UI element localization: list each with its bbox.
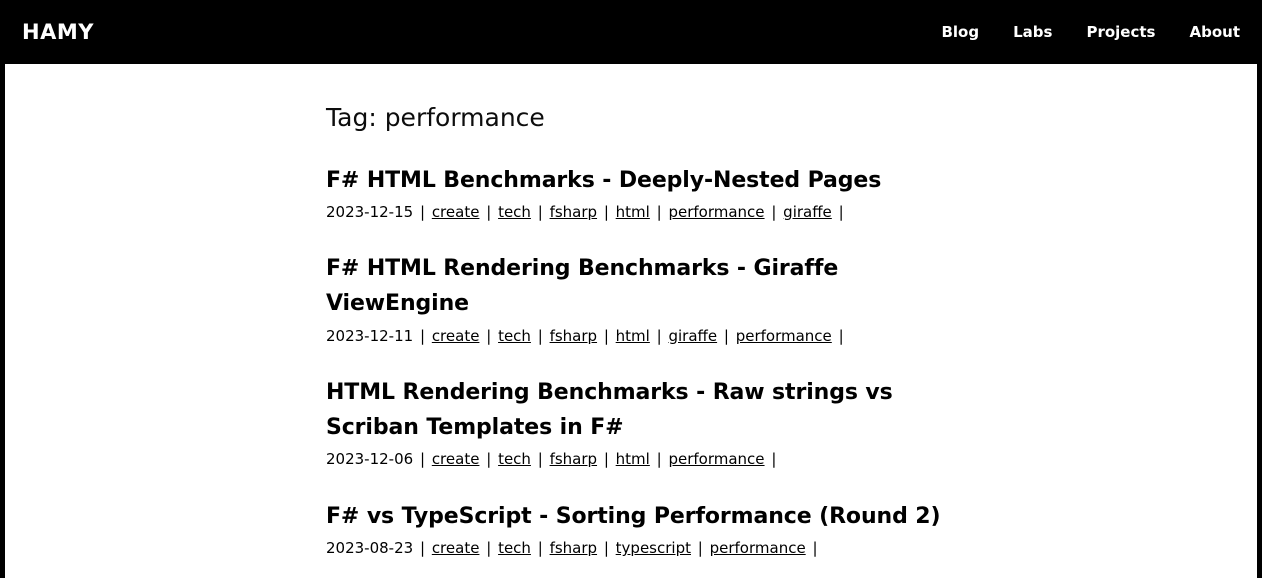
- post-title-link[interactable]: F# vs TypeScript - Sorting Performance (…: [326, 504, 941, 529]
- tag-link[interactable]: fsharp: [550, 539, 597, 557]
- post-title-link[interactable]: F# HTML Benchmarks - Deeply-Nested Pages: [326, 168, 881, 193]
- page-frame: Tag: performance F# HTML Benchmarks - De…: [0, 64, 1262, 578]
- post-date: 2023-08-23: [326, 539, 414, 558]
- list-item: F# HTML Benchmarks - Deeply-Nested Pages…: [326, 135, 946, 224]
- post-title: HTML Rendering Benchmarks - Raw strings …: [326, 375, 946, 445]
- meta-separator: |: [486, 202, 492, 221]
- meta-separator: |: [838, 326, 844, 345]
- tag-link[interactable]: create: [432, 450, 480, 468]
- post-meta: 2023-08-23 | create | tech | fsharp | ty…: [326, 537, 946, 560]
- post-title: F# HTML Rendering Benchmarks - Giraffe V…: [326, 251, 946, 321]
- meta-separator: |: [656, 326, 662, 345]
- meta-separator: |: [537, 450, 543, 469]
- meta-separator: |: [486, 326, 492, 345]
- tag-link[interactable]: performance: [668, 450, 764, 468]
- tag-link[interactable]: performance: [736, 327, 832, 345]
- nav-item-about[interactable]: About: [1172, 24, 1240, 40]
- meta-separator: |: [656, 450, 662, 469]
- site-header: HAMY Blog Labs Projects About: [0, 0, 1262, 64]
- meta-separator: |: [838, 202, 844, 221]
- nav-item-projects[interactable]: Projects: [1069, 24, 1172, 40]
- nav-item-labs[interactable]: Labs: [996, 24, 1069, 40]
- meta-separator: |: [537, 202, 543, 221]
- meta-separator: |: [419, 450, 426, 469]
- page-title: Tag: performance: [326, 103, 545, 132]
- meta-separator: |: [603, 539, 609, 558]
- list-item: HTML Rendering Benchmarks - Raw strings …: [326, 347, 946, 471]
- tag-link[interactable]: fsharp: [550, 327, 597, 345]
- tag-link[interactable]: tech: [498, 539, 531, 557]
- meta-separator: |: [419, 326, 426, 345]
- post-date: 2023-12-06: [326, 450, 414, 469]
- tag-link[interactable]: create: [432, 539, 480, 557]
- tag-link[interactable]: html: [616, 450, 650, 468]
- meta-separator: |: [603, 326, 609, 345]
- post-title-link[interactable]: HTML Rendering Benchmarks - Raw strings …: [326, 380, 893, 440]
- post-title-link[interactable]: F# HTML Rendering Benchmarks - Giraffe V…: [326, 256, 838, 316]
- post-title: F# HTML Benchmarks - Deeply-Nested Pages: [326, 163, 946, 198]
- meta-separator: |: [771, 450, 777, 469]
- meta-separator: |: [486, 539, 492, 558]
- tag-link[interactable]: tech: [498, 327, 531, 345]
- tag-link[interactable]: create: [432, 203, 480, 221]
- meta-separator: |: [486, 450, 492, 469]
- meta-separator: |: [603, 202, 609, 221]
- post-meta: 2023-12-06 | create | tech | fsharp | ht…: [326, 448, 946, 471]
- tag-link[interactable]: giraffe: [668, 327, 717, 345]
- meta-separator: |: [697, 539, 703, 558]
- meta-separator: |: [419, 202, 426, 221]
- post-title: F# vs TypeScript - Sorting Performance (…: [326, 499, 946, 534]
- tag-link[interactable]: html: [616, 203, 650, 221]
- meta-separator: |: [723, 326, 729, 345]
- post-meta: 2023-12-11 | create | tech | fsharp | ht…: [326, 325, 946, 348]
- list-item: F# vs TypeScript - Sorting Performance (…: [326, 471, 946, 560]
- tag-link[interactable]: tech: [498, 450, 531, 468]
- list-item: F# HTML Rendering Benchmarks - Giraffe V…: [326, 223, 946, 347]
- post-list: F# HTML Benchmarks - Deeply-Nested Pages…: [326, 135, 946, 560]
- meta-separator: |: [419, 539, 426, 558]
- tag-link[interactable]: html: [616, 327, 650, 345]
- meta-separator: |: [537, 539, 543, 558]
- tag-link[interactable]: tech: [498, 203, 531, 221]
- main-navigation: Blog Labs Projects About: [924, 24, 1240, 40]
- meta-separator: |: [603, 450, 609, 469]
- content-wrapper: Tag: performance F# HTML Benchmarks - De…: [5, 64, 1257, 560]
- meta-separator: |: [771, 202, 777, 221]
- tag-link[interactable]: performance: [668, 203, 764, 221]
- tag-link[interactable]: fsharp: [550, 450, 597, 468]
- content-column: Tag: performance F# HTML Benchmarks - De…: [326, 64, 946, 560]
- nav-item-blog[interactable]: Blog: [924, 24, 996, 40]
- tag-link[interactable]: typescript: [616, 539, 691, 557]
- tag-link[interactable]: performance: [710, 539, 806, 557]
- meta-separator: |: [537, 326, 543, 345]
- tag-link[interactable]: fsharp: [550, 203, 597, 221]
- post-meta: 2023-12-15 | create | tech | fsharp | ht…: [326, 201, 946, 224]
- tag-link[interactable]: giraffe: [783, 203, 832, 221]
- tag-link[interactable]: create: [432, 327, 480, 345]
- post-date: 2023-12-11: [326, 326, 414, 345]
- meta-separator: |: [812, 539, 818, 558]
- site-logo[interactable]: HAMY: [22, 21, 94, 43]
- meta-separator: |: [656, 202, 662, 221]
- post-date: 2023-12-15: [326, 202, 414, 221]
